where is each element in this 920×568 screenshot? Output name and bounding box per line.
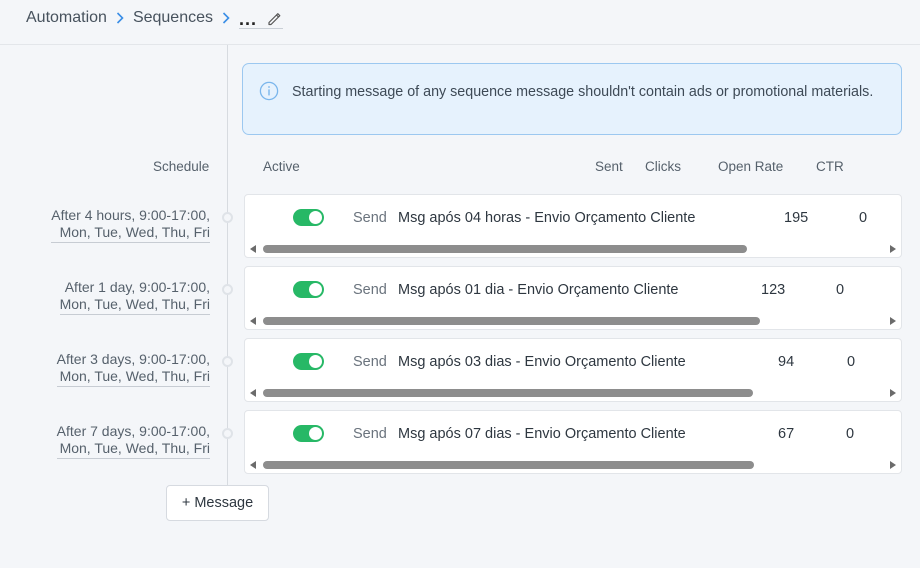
active-toggle[interactable] <box>293 209 324 226</box>
sent-count: 67 <box>778 426 795 442</box>
clicks-count: 0 <box>859 210 868 226</box>
message-card: Send Msg após 03 dias - Envio Orçamento … <box>244 338 902 402</box>
info-icon <box>259 81 279 101</box>
scroll-thumb[interactable] <box>263 245 747 253</box>
schedule-days: Mon, Tue, Wed, Thu, Fri <box>51 224 210 243</box>
message-card: Send Msg após 04 horas - Envio Orçamento… <box>244 194 902 258</box>
horizontal-scrollbar[interactable] <box>249 388 897 398</box>
column-header-ctr: CTR <box>816 159 844 174</box>
toggle-knob <box>309 355 322 368</box>
send-label: Send <box>353 354 387 370</box>
scroll-thumb[interactable] <box>263 389 753 397</box>
horizontal-scrollbar[interactable] <box>249 316 897 326</box>
message-name[interactable]: Msg após 03 dias - Envio Orçamento Clien… <box>398 354 686 370</box>
timeline-line <box>227 45 228 485</box>
chevron-right-icon <box>116 12 124 24</box>
schedule-delay: After 3 days, 9:00-17:00, <box>56 351 210 367</box>
sent-count: 123 <box>761 282 786 298</box>
send-label: Send <box>353 426 387 442</box>
horizontal-scrollbar[interactable] <box>249 460 897 470</box>
send-label: Send <box>353 282 387 298</box>
schedule-delay: After 1 day, 9:00-17:00, <box>64 279 210 295</box>
scroll-thumb[interactable] <box>263 317 760 325</box>
message-name[interactable]: Msg após 01 dia - Envio Orçamento Client… <box>398 282 678 298</box>
timeline-dot <box>222 212 233 223</box>
active-toggle[interactable] <box>293 281 324 298</box>
toggle-knob <box>309 427 322 440</box>
message-name[interactable]: Msg após 07 dias - Envio Orçamento Clien… <box>398 426 686 442</box>
column-header-open-rate: Open Rate <box>718 159 784 174</box>
scroll-right-arrow-icon[interactable] <box>890 389 896 397</box>
clicks-count: 0 <box>836 282 845 298</box>
pencil-icon[interactable] <box>267 12 281 26</box>
schedule-delay: After 7 days, 9:00-17:00, <box>56 423 210 439</box>
schedule-label[interactable]: After 4 hours, 9:00-17:00, Mon, Tue, Wed… <box>51 207 210 243</box>
send-label: Send <box>353 210 387 226</box>
toggle-knob <box>309 283 322 296</box>
info-banner: Starting message of any sequence message… <box>242 63 902 135</box>
column-header-sent: Sent <box>595 159 623 174</box>
clicks-count: 0 <box>846 426 855 442</box>
header-divider <box>0 44 920 45</box>
scroll-left-arrow-icon[interactable] <box>250 317 256 325</box>
active-toggle[interactable] <box>293 425 324 442</box>
sequence-name-field[interactable]: ... <box>239 8 284 29</box>
column-header-clicks: Clicks <box>645 159 681 174</box>
schedule-days: Mon, Tue, Wed, Thu, Fri <box>59 296 210 315</box>
breadcrumb-sequences[interactable]: Sequences <box>133 9 213 27</box>
schedule-delay: After 4 hours, 9:00-17:00, <box>51 207 210 223</box>
timeline-dot <box>222 428 233 439</box>
scroll-left-arrow-icon[interactable] <box>250 461 256 469</box>
timeline-dot <box>222 356 233 367</box>
column-header-active: Active <box>263 159 300 174</box>
toggle-knob <box>309 211 322 224</box>
chevron-right-icon <box>222 12 230 24</box>
sequence-editor-page: Automation Sequences ... Starting messag… <box>0 0 920 568</box>
schedule-days: Mon, Tue, Wed, Thu, Fri <box>56 368 210 387</box>
info-banner-text: Starting message of any sequence message… <box>292 84 874 100</box>
scroll-thumb[interactable] <box>263 461 754 469</box>
schedule-label[interactable]: After 1 day, 9:00-17:00, Mon, Tue, Wed, … <box>59 279 210 315</box>
scroll-left-arrow-icon[interactable] <box>250 245 256 253</box>
schedule-label[interactable]: After 7 days, 9:00-17:00, Mon, Tue, Wed,… <box>56 423 210 459</box>
sent-count: 195 <box>784 210 809 226</box>
scroll-right-arrow-icon[interactable] <box>890 245 896 253</box>
breadcrumb-automation[interactable]: Automation <box>26 9 107 27</box>
clicks-count: 0 <box>847 354 856 370</box>
column-header-schedule: Schedule <box>153 159 210 174</box>
add-message-button[interactable]: + Message <box>166 485 269 521</box>
sequence-name: ... <box>239 8 258 29</box>
message-name[interactable]: Msg após 04 horas - Envio Orçamento Clie… <box>398 210 695 226</box>
message-card: Send Msg após 07 dias - Envio Orçamento … <box>244 410 902 474</box>
active-toggle[interactable] <box>293 353 324 370</box>
scroll-right-arrow-icon[interactable] <box>890 461 896 469</box>
schedule-days: Mon, Tue, Wed, Thu, Fri <box>56 440 210 459</box>
scroll-right-arrow-icon[interactable] <box>890 317 896 325</box>
sent-count: 94 <box>778 354 795 370</box>
breadcrumb: Automation Sequences ... <box>26 6 284 30</box>
message-card: Send Msg após 01 dia - Envio Orçamento C… <box>244 266 902 330</box>
timeline-dot <box>222 284 233 295</box>
schedule-label[interactable]: After 3 days, 9:00-17:00, Mon, Tue, Wed,… <box>56 351 210 387</box>
horizontal-scrollbar[interactable] <box>249 244 897 254</box>
scroll-left-arrow-icon[interactable] <box>250 389 256 397</box>
